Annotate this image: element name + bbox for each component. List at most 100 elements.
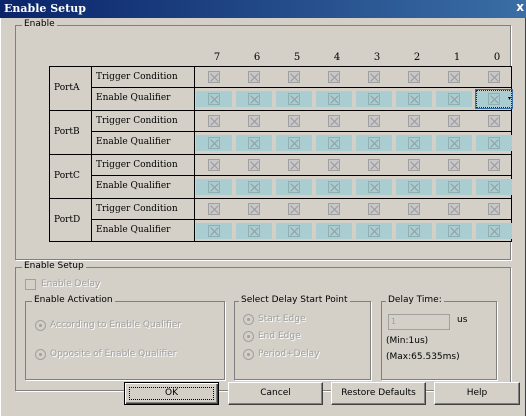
qualifier-cell[interactable]: [394, 88, 434, 110]
checkbox-icon[interactable]: [448, 93, 460, 105]
checkbox-icon[interactable]: [288, 159, 300, 171]
qualifier-cell[interactable]: [354, 132, 394, 154]
qualifier-cell[interactable]: [314, 132, 354, 154]
checkbox-icon[interactable]: [248, 93, 260, 105]
qualifier-cell[interactable]: [234, 132, 274, 154]
qualifier-cell[interactable]: [274, 132, 314, 154]
checkbox-icon[interactable]: [288, 137, 300, 149]
qualifier-cell[interactable]: [314, 88, 354, 110]
checkbox-icon[interactable]: [328, 203, 340, 215]
checkbox-icon[interactable]: [488, 203, 500, 215]
checkbox-icon[interactable]: [488, 71, 500, 83]
period-delay-radio[interactable]: [243, 349, 254, 360]
qualifier-cell[interactable]: [194, 220, 234, 242]
trigger-cell[interactable]: [234, 111, 274, 131]
checkbox-icon[interactable]: [448, 225, 460, 237]
checkbox-icon[interactable]: [368, 93, 380, 105]
end-edge-radio[interactable]: [243, 331, 254, 342]
checkbox-icon[interactable]: [208, 115, 220, 127]
qualifier-cell[interactable]: [474, 176, 514, 198]
checkbox-icon[interactable]: [288, 93, 300, 105]
checkbox-icon[interactable]: [328, 225, 340, 237]
checkbox-icon[interactable]: [448, 159, 460, 171]
trigger-cell[interactable]: [434, 111, 474, 131]
trigger-cell[interactable]: [474, 67, 514, 87]
qualifier-cell[interactable]: [314, 220, 354, 242]
dropdown-arrow-icon[interactable]: ▾: [508, 95, 514, 102]
qualifier-cell[interactable]: [194, 132, 234, 154]
checkbox-icon[interactable]: [288, 225, 300, 237]
checkbox-icon[interactable]: [408, 71, 420, 83]
qualifier-cell[interactable]: [394, 176, 434, 198]
restore-defaults-button[interactable]: Restore Defaults: [331, 382, 426, 405]
trigger-cell[interactable]: [394, 155, 434, 175]
checkbox-icon[interactable]: [248, 115, 260, 127]
checkbox-icon[interactable]: [208, 137, 220, 149]
trigger-cell[interactable]: [394, 111, 434, 131]
trigger-cell[interactable]: [234, 155, 274, 175]
checkbox-icon[interactable]: [248, 203, 260, 215]
trigger-cell[interactable]: [314, 155, 354, 175]
trigger-cell[interactable]: [434, 155, 474, 175]
qualifier-cell[interactable]: [314, 176, 354, 198]
checkbox-icon[interactable]: [488, 93, 500, 105]
qualifier-cell[interactable]: [394, 132, 434, 154]
checkbox-icon[interactable]: [448, 71, 460, 83]
qualifier-cell[interactable]: [474, 132, 514, 154]
checkbox-icon[interactable]: [248, 181, 260, 193]
checkbox-icon[interactable]: [248, 71, 260, 83]
checkbox-icon[interactable]: [288, 71, 300, 83]
checkbox-icon[interactable]: [328, 93, 340, 105]
checkbox-icon[interactable]: [208, 203, 220, 215]
checkbox-icon[interactable]: [408, 159, 420, 171]
trigger-cell[interactable]: [474, 199, 514, 219]
checkbox-icon[interactable]: [408, 203, 420, 215]
checkbox-icon[interactable]: [328, 181, 340, 193]
trigger-cell[interactable]: [234, 67, 274, 87]
qualifier-cell[interactable]: [274, 220, 314, 242]
checkbox-icon[interactable]: [488, 159, 500, 171]
trigger-cell[interactable]: [274, 67, 314, 87]
checkbox-icon[interactable]: [248, 137, 260, 149]
ok-button[interactable]: OK: [124, 382, 219, 405]
checkbox-icon[interactable]: [408, 225, 420, 237]
qualifier-cell[interactable]: [194, 88, 234, 110]
trigger-cell[interactable]: [434, 67, 474, 87]
trigger-cell[interactable]: [474, 155, 514, 175]
checkbox-icon[interactable]: [488, 137, 500, 149]
trigger-cell[interactable]: [394, 67, 434, 87]
checkbox-icon[interactable]: [368, 203, 380, 215]
qualifier-cell[interactable]: [394, 220, 434, 242]
qualifier-cell[interactable]: [274, 88, 314, 110]
start-edge-radio[interactable]: [243, 314, 254, 325]
checkbox-icon[interactable]: [368, 225, 380, 237]
checkbox-icon[interactable]: [488, 181, 500, 193]
checkbox-icon[interactable]: [488, 225, 500, 237]
checkbox-icon[interactable]: [328, 115, 340, 127]
qualifier-cell[interactable]: ▾: [474, 88, 514, 110]
checkbox-icon[interactable]: [328, 137, 340, 149]
checkbox-icon[interactable]: [448, 137, 460, 149]
according-radio[interactable]: [35, 320, 46, 331]
qualifier-cell[interactable]: [194, 176, 234, 198]
trigger-cell[interactable]: [354, 199, 394, 219]
trigger-cell[interactable]: [194, 155, 234, 175]
checkbox-icon[interactable]: [328, 159, 340, 171]
checkbox-icon[interactable]: [288, 115, 300, 127]
qualifier-cell[interactable]: [354, 88, 394, 110]
checkbox-icon[interactable]: [248, 159, 260, 171]
checkbox-icon[interactable]: [208, 159, 220, 171]
delay-time-input[interactable]: 1: [388, 314, 450, 330]
trigger-cell[interactable]: [354, 111, 394, 131]
qualifier-cell[interactable]: [434, 220, 474, 242]
checkbox-icon[interactable]: [448, 181, 460, 193]
checkbox-icon[interactable]: [408, 115, 420, 127]
help-button[interactable]: Help: [434, 382, 520, 405]
trigger-cell[interactable]: [274, 111, 314, 131]
checkbox-icon[interactable]: [248, 225, 260, 237]
checkbox-icon[interactable]: [328, 71, 340, 83]
trigger-cell[interactable]: [274, 155, 314, 175]
trigger-cell[interactable]: [354, 67, 394, 87]
checkbox-icon[interactable]: [208, 225, 220, 237]
qualifier-cell[interactable]: [434, 176, 474, 198]
